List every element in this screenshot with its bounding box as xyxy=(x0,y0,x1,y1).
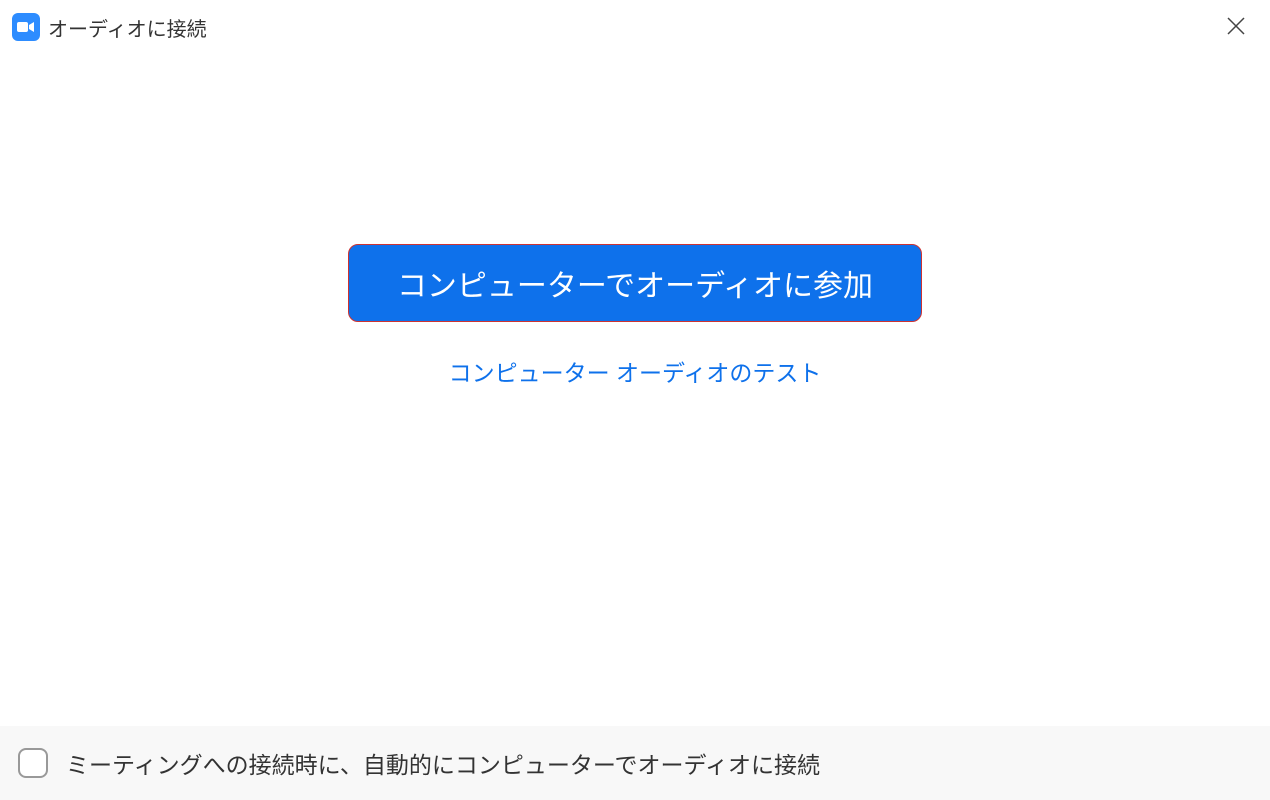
zoom-app-icon xyxy=(12,13,40,41)
header-left: オーディオに接続 xyxy=(12,13,207,42)
footer-bar: ミーティングへの接続時に、自動的にコンピューターでオーディオに接続 xyxy=(0,726,1270,800)
auto-join-audio-label: ミーティングへの接続時に、自動的にコンピューターでオーディオに接続 xyxy=(66,746,820,780)
camera-icon xyxy=(17,21,35,33)
test-computer-audio-link[interactable]: コンピューター オーディオのテスト xyxy=(449,354,822,388)
window-title: オーディオに接続 xyxy=(48,13,207,42)
main-content: コンピューターでオーディオに参加 コンピューター オーディオのテスト xyxy=(0,244,1270,388)
close-icon xyxy=(1226,16,1246,36)
auto-join-audio-checkbox[interactable] xyxy=(18,748,48,778)
window-header: オーディオに接続 xyxy=(0,0,1270,54)
close-button[interactable] xyxy=(1218,10,1254,44)
join-computer-audio-button[interactable]: コンピューターでオーディオに参加 xyxy=(348,244,922,322)
